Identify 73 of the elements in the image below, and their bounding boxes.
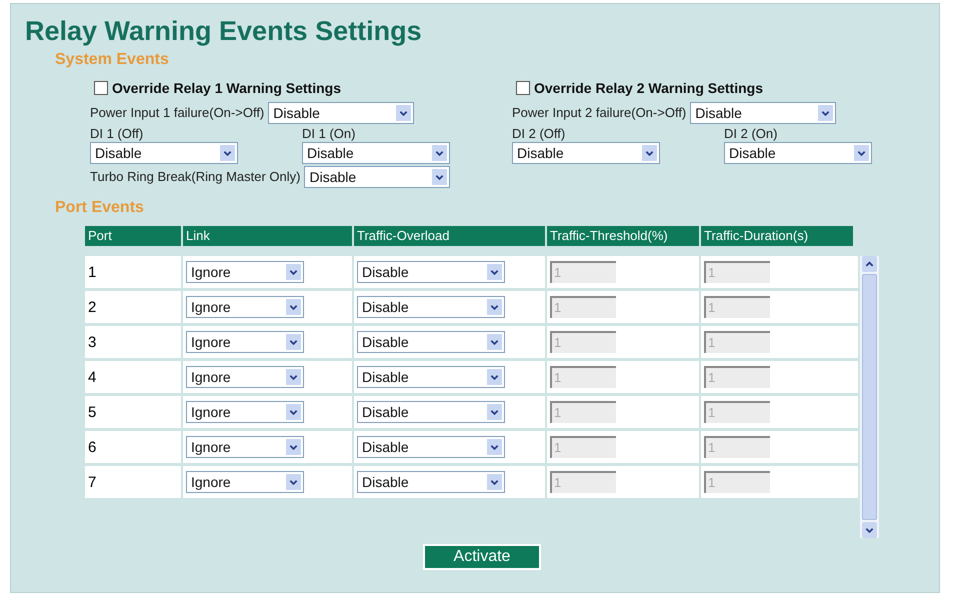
dropdown[interactable]: Disable: [724, 142, 872, 164]
table-cell: 6: [85, 431, 181, 463]
field-label: Power Input 1 failure(On->Off): [90, 105, 264, 121]
table-cell: 5: [85, 396, 181, 428]
dropdown[interactable]: Disable: [357, 261, 505, 283]
column-header: Port: [85, 226, 181, 246]
caret-icon: [286, 334, 301, 350]
dropdown[interactable]: Ignore: [186, 296, 304, 318]
dropdown[interactable]: Disable: [357, 366, 505, 388]
dropdown[interactable]: Disable: [512, 142, 660, 164]
dropdown[interactable]: Disable: [357, 401, 505, 423]
caret-icon: [487, 474, 502, 490]
dropdown[interactable]: Disable: [357, 331, 505, 353]
caret-icon: [818, 105, 834, 121]
dropdown[interactable]: Ignore: [186, 401, 304, 423]
field-label: DI 1 (Off): [90, 126, 144, 142]
dropdown[interactable]: Disable: [357, 436, 505, 458]
dropdown[interactable]: Ignore: [186, 436, 304, 458]
caret-icon: [220, 145, 235, 161]
caret-icon: [286, 404, 301, 420]
caret-icon: [487, 334, 502, 350]
dropdown[interactable]: Ignore: [186, 331, 304, 353]
caret-icon: [642, 145, 657, 161]
dropdown[interactable]: Disable: [357, 471, 505, 493]
dropdown[interactable]: Disable: [268, 102, 414, 124]
table-cell: 4: [85, 361, 181, 393]
dropdown[interactable]: Disable: [302, 142, 450, 164]
caret-icon: [854, 145, 869, 161]
table-cell: 1: [85, 256, 181, 288]
dropdown[interactable]: Ignore: [186, 261, 304, 283]
section-heading: Port Events: [55, 198, 145, 218]
field-label: DI 1 (On): [302, 126, 356, 142]
column-header: Traffic-Threshold(%): [547, 226, 699, 246]
caret-icon: [286, 299, 301, 315]
dropdown[interactable]: Ignore: [186, 471, 304, 493]
scroll-up-icon[interactable]: [862, 256, 877, 272]
dropdown[interactable]: Ignore: [186, 366, 304, 388]
caret-icon: [487, 404, 502, 420]
dropdown[interactable]: Disable: [690, 102, 836, 124]
caret-icon: [432, 145, 447, 161]
caret-icon: [487, 439, 502, 455]
caret-icon: [286, 474, 301, 490]
field-label: DI 2 (Off): [512, 126, 566, 142]
column-header: Traffic-Duration(s): [701, 226, 853, 246]
scroll-down-icon[interactable]: [862, 522, 877, 538]
page-title: Relay Warning Events Settings: [25, 16, 423, 46]
field-label: Turbo Ring Break(Ring Master Only): [90, 169, 300, 185]
caret-icon: [432, 169, 448, 185]
dropdown[interactable]: Disable: [304, 166, 450, 188]
dropdown[interactable]: Disable: [357, 296, 505, 318]
caret-icon: [286, 264, 301, 280]
caret-icon: [487, 264, 502, 280]
column-header: Traffic-Overload: [354, 226, 545, 246]
checkbox-label: Override Relay 1 Warning Settings: [112, 80, 341, 96]
scrollbar-thumb[interactable]: [862, 274, 877, 520]
table-cell: 2: [85, 291, 181, 323]
column-header: Link: [183, 226, 352, 246]
caret-icon: [396, 105, 412, 121]
table-cell: 7: [85, 466, 181, 498]
caret-icon: [487, 369, 502, 385]
checkbox[interactable]: [516, 81, 530, 95]
caret-icon: [286, 439, 301, 455]
activate-button[interactable]: Activate: [423, 544, 541, 570]
caret-icon: [487, 299, 502, 315]
dropdown[interactable]: Disable: [90, 142, 238, 164]
section-heading: System Events: [55, 50, 170, 70]
scrollbar[interactable]: [860, 256, 879, 538]
checkbox-label: Override Relay 2 Warning Settings: [534, 80, 763, 96]
field-label: Power Input 2 failure(On->Off): [512, 105, 686, 121]
caret-icon: [286, 369, 301, 385]
table-cell: 3: [85, 326, 181, 358]
checkbox[interactable]: [94, 81, 108, 95]
field-label: DI 2 (On): [724, 126, 778, 142]
